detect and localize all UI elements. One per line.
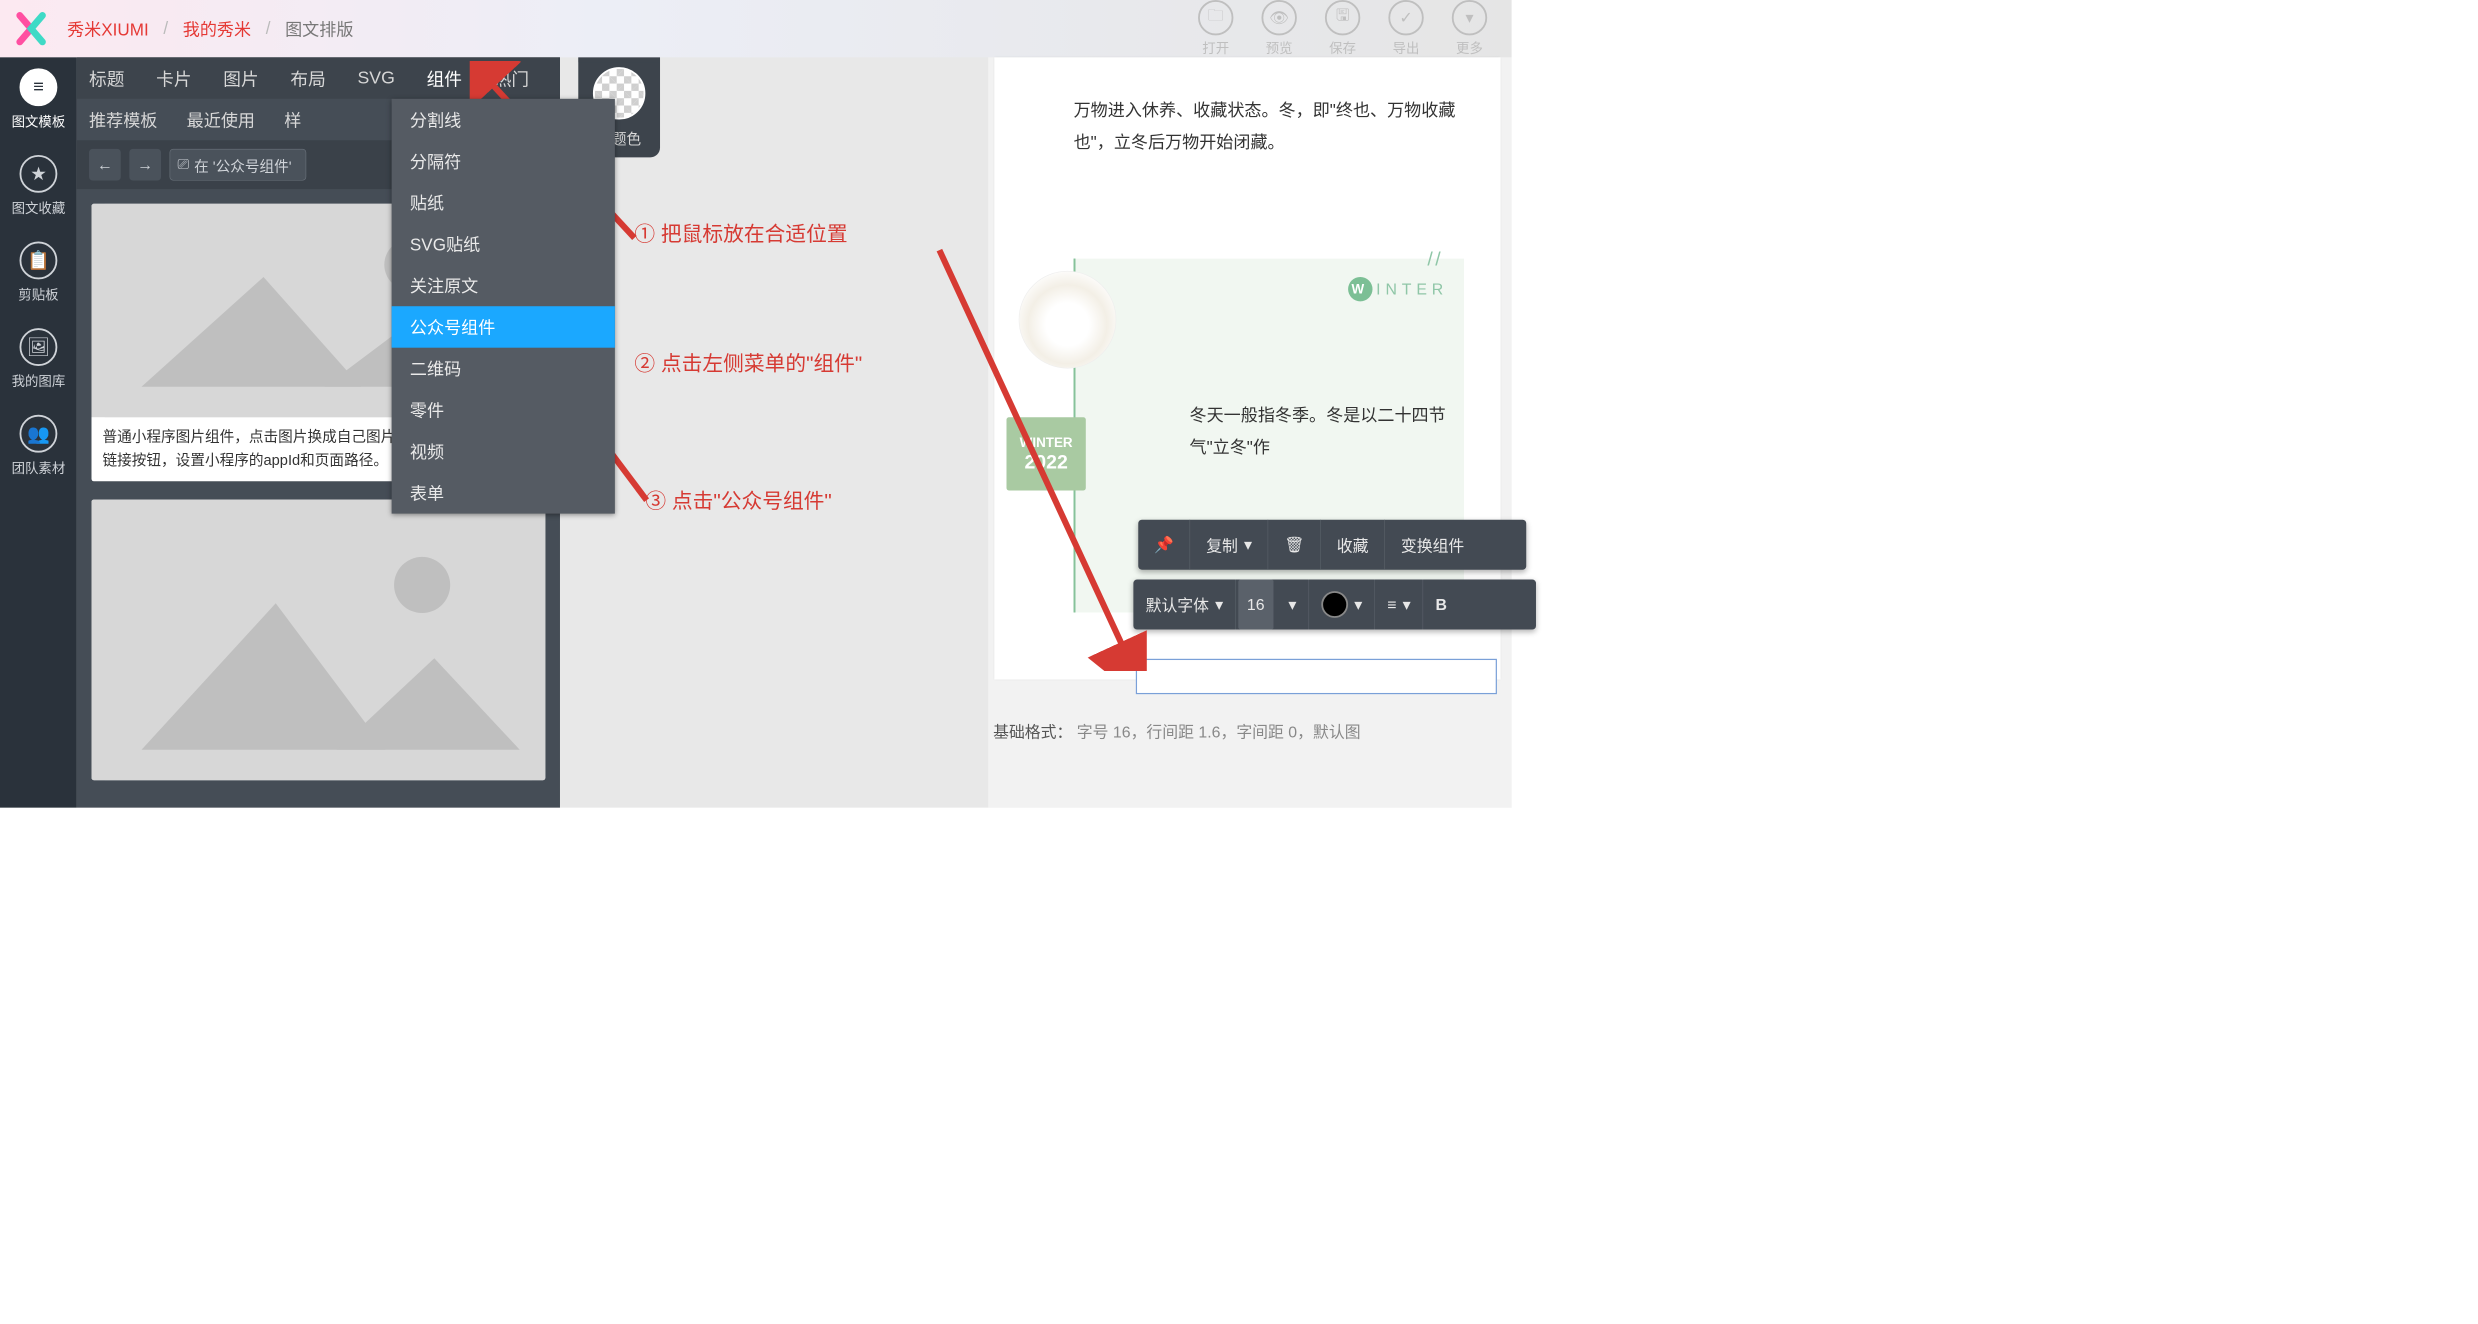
people-icon: 👥 [20, 415, 58, 453]
nav-back-button[interactable]: ← [89, 149, 121, 181]
font-size-step[interactable]: ▾ [1276, 580, 1309, 630]
copy-button[interactable]: 复制▾ [1190, 520, 1268, 570]
nav-forward-button[interactable]: → [129, 149, 161, 181]
bold-button[interactable]: B [1423, 580, 1459, 630]
transform-button[interactable]: 变换组件 [1385, 520, 1480, 570]
pin-icon: 📌 [1154, 535, 1174, 554]
insert-placeholder[interactable] [1136, 659, 1497, 694]
preview-button[interactable]: 👁预览 [1261, 0, 1296, 57]
dropdown-item-svgsticker[interactable]: SVG贴纸 [392, 223, 615, 264]
arrow-left-icon: ← [97, 155, 113, 174]
check-icon: ✓ [1388, 0, 1423, 35]
pin-button[interactable]: 📌 [1138, 520, 1190, 570]
rail-team[interactable]: 👥 团队素材 [12, 415, 66, 477]
winter-year-card: WINTER 2022 [1007, 417, 1086, 490]
font-select[interactable]: 默认字体▾ [1133, 580, 1236, 630]
export-button[interactable]: ✓导出 [1388, 0, 1423, 57]
w-badge-icon: W [1348, 277, 1372, 301]
app-logo [12, 10, 50, 48]
dropdown-item-officialaccount[interactable]: 公众号组件 [392, 306, 615, 347]
text-toolbar: 默认字体▾ 16 ▾ ▾ ≡▾ B [1133, 580, 1536, 630]
template-card[interactable] [92, 499, 546, 780]
annotation-1: ① 把鼠标放在合适位置 [634, 217, 847, 247]
annotation-3: ③ 点击"公众号组件" [645, 484, 831, 514]
filter-icon: ⎚ [178, 156, 190, 173]
placeholder-image [92, 499, 546, 780]
tab-image[interactable]: 图片 [223, 65, 258, 91]
subtab-recent[interactable]: 最近使用 [187, 107, 255, 131]
top-actions: 🗀打开 👁预览 🖫保存 ✓导出 ▾更多 [1198, 0, 1499, 57]
save-button[interactable]: 🖫保存 [1325, 0, 1360, 57]
tab-card[interactable]: 卡片 [156, 65, 191, 91]
open-button[interactable]: 🗀打开 [1198, 0, 1233, 57]
folder-icon: 🗀 [1198, 0, 1233, 35]
more-button[interactable]: ▾更多 [1452, 0, 1487, 57]
align-button[interactable]: ≡▾ [1375, 580, 1423, 630]
bookmark-icon: ★ [20, 155, 58, 193]
dropdown-item-divider[interactable]: 分割线 [392, 99, 615, 140]
clipboard-icon: 📋 [20, 242, 58, 280]
font-size-input[interactable]: 16 [1238, 580, 1273, 630]
text-color-button[interactable]: ▾ [1309, 580, 1375, 630]
trash-icon: 🗑 [1284, 535, 1304, 554]
breadcrumb: 秀米XIUMI / 我的秀米 / 图文排版 [67, 16, 353, 40]
breadcrumb-current: 图文排版 [285, 16, 353, 40]
tab-component[interactable]: 组件 [427, 65, 462, 91]
annotation-2: ② 点击左侧菜单的"组件" [634, 346, 862, 376]
selection-toolbar: 📌 复制▾ 🗑 收藏 变换组件 [1138, 520, 1526, 570]
rail-gallery[interactable]: 🖼 我的图库 [12, 328, 66, 390]
search-input[interactable]: ⎚ 在 '公众号组件' [170, 149, 307, 181]
dropdown-item-separator[interactable]: 分隔符 [392, 140, 615, 181]
category-tabs: 标题 卡片 图片 布局 SVG 组件 热门 [77, 57, 560, 98]
cup-image [1019, 271, 1117, 369]
chevron-down-icon: ▾ [1354, 595, 1362, 614]
favorite-button[interactable]: 收藏 [1321, 520, 1385, 570]
document-canvas: 万物进入休养、收藏状态。冬，即"终也、万物收藏也"，立冬后万物开始闭藏。 // … [988, 57, 1511, 807]
chevron-down-icon: ▾ [1452, 0, 1487, 35]
chevron-down-icon: ▾ [1244, 535, 1252, 554]
dropdown-item-form[interactable]: 表单 [392, 472, 615, 513]
top-bar: 秀米XIUMI / 我的秀米 / 图文排版 🗀打开 👁预览 🖫保存 ✓导出 ▾更… [0, 0, 1512, 57]
breadcrumb-sep: / [163, 19, 168, 39]
body-paragraph[interactable]: 万物进入休养、收藏状态。冬，即"终也、万物收藏也"，立冬后万物开始闭藏。 [1074, 94, 1464, 159]
arrow-right-icon: → [137, 155, 153, 174]
rail-templates[interactable]: ≡ 图文模板 [12, 68, 66, 130]
breadcrumb-brand[interactable]: 秀米XIUMI [67, 16, 149, 40]
breadcrumb-sep: / [266, 19, 271, 39]
chevron-down-icon: ▾ [1403, 595, 1411, 614]
eye-icon: 👁 [1261, 0, 1296, 35]
dropdown-item-follow[interactable]: 关注原文 [392, 265, 615, 306]
footer-format: 基础格式： 字号 16，行间距 1.6，字间距 0，默认图 [993, 720, 1360, 743]
slashes-deco: // [1427, 248, 1443, 271]
chevron-down-icon: ▾ [1215, 595, 1223, 614]
rail-favorite[interactable]: ★ 图文收藏 [12, 155, 66, 217]
winter-label: W INTER [1348, 277, 1448, 301]
delete-button[interactable]: 🗑 [1268, 520, 1320, 570]
tab-layout[interactable]: 布局 [290, 65, 325, 91]
color-dot-icon [1321, 591, 1348, 618]
image-icon: 🖼 [20, 328, 58, 366]
tab-title[interactable]: 标题 [89, 65, 124, 91]
chevron-down-icon: ▾ [1288, 595, 1296, 614]
side-rail: ≡ 图文模板 ★ 图文收藏 📋 剪贴板 🖼 我的图库 👥 团队素材 [0, 57, 77, 807]
tab-svg[interactable]: SVG [357, 68, 394, 88]
component-dropdown: 分割线 分隔符 贴纸 SVG贴纸 关注原文 公众号组件 二维码 零件 视频 表单 [392, 99, 615, 514]
dropdown-item-qrcode[interactable]: 二维码 [392, 348, 615, 389]
tab-hot[interactable]: 热门 [494, 65, 529, 91]
breadcrumb-mine[interactable]: 我的秀米 [183, 16, 251, 40]
subtab-sample[interactable]: 样 [284, 107, 301, 131]
rail-clipboard[interactable]: 📋 剪贴板 [18, 242, 58, 304]
subtab-recommend[interactable]: 推荐模板 [89, 107, 157, 131]
align-icon: ≡ [1387, 595, 1396, 614]
dropdown-item-video[interactable]: 视频 [392, 431, 615, 472]
lines-icon: ≡ [20, 68, 58, 106]
save-icon: 🖫 [1325, 0, 1360, 35]
dropdown-item-parts[interactable]: 零件 [392, 389, 615, 430]
dropdown-item-sticker[interactable]: 贴纸 [392, 182, 615, 223]
winter-body-text[interactable]: 冬天一般指冬季。冬是以二十四节气"立冬"作 [1190, 399, 1452, 464]
